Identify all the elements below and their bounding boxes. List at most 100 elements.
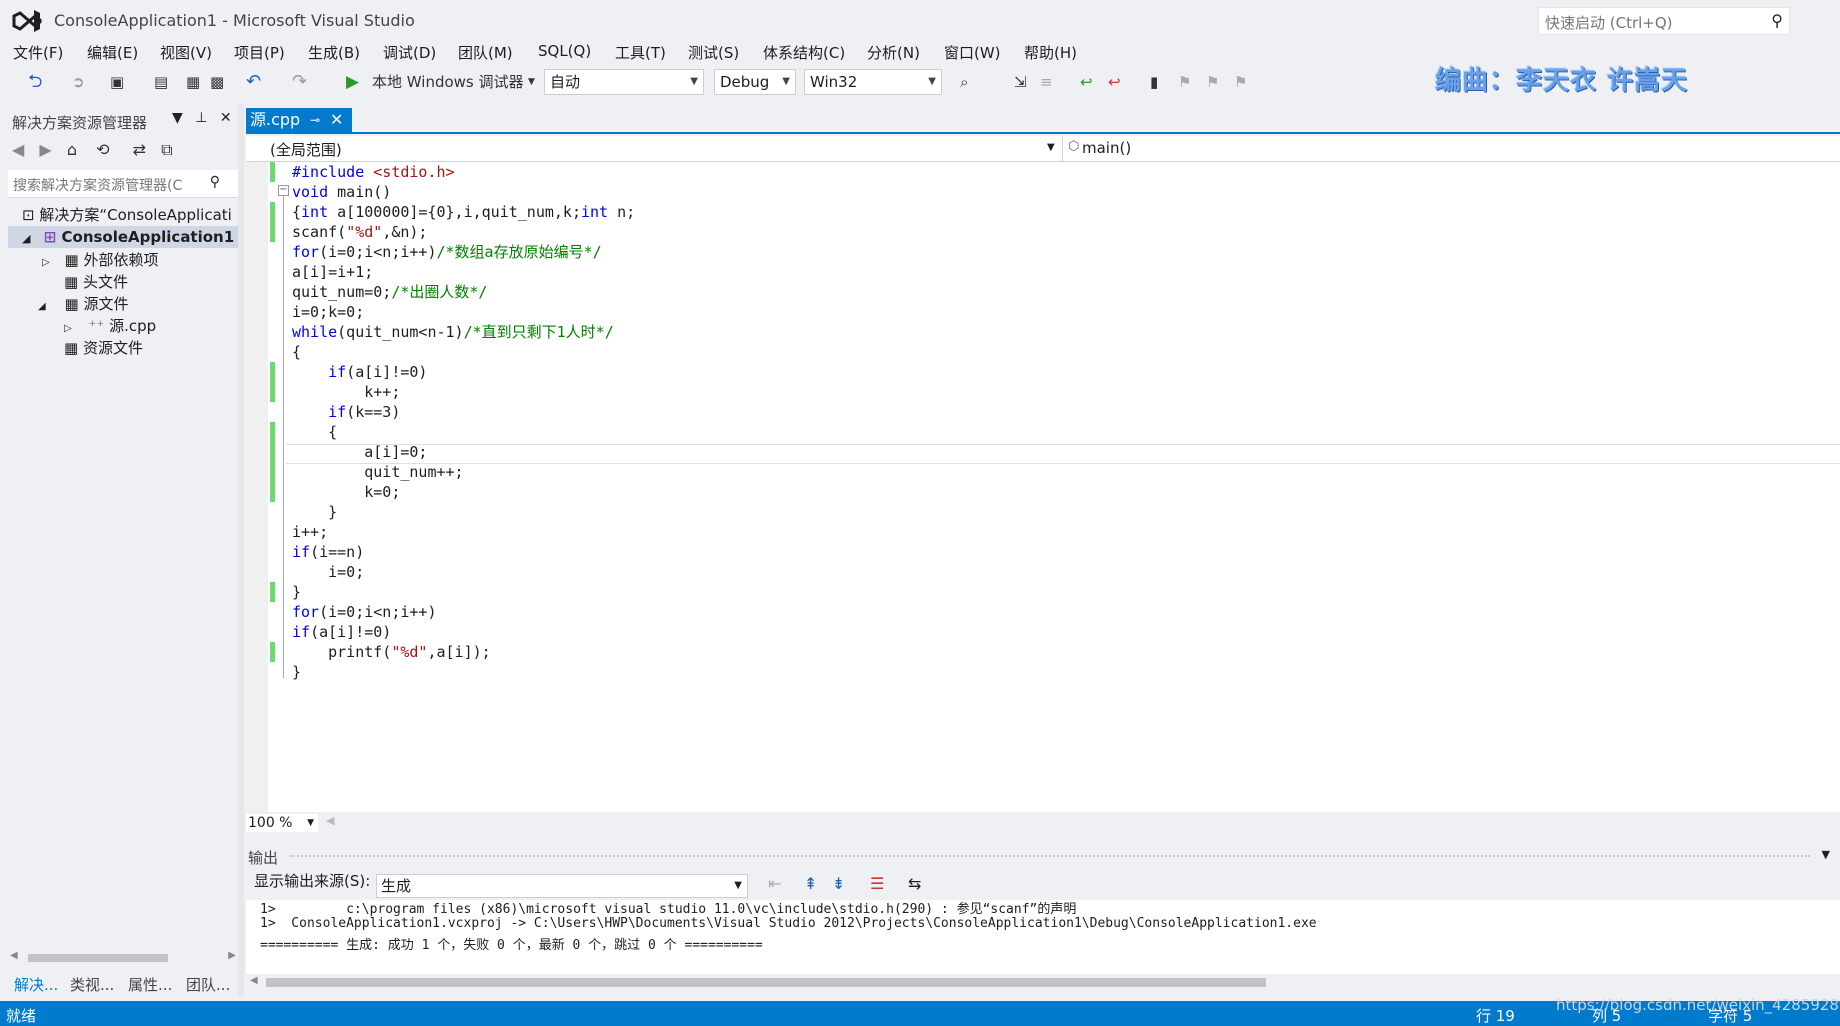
menu-team[interactable]: 团队(M) (458, 42, 513, 63)
code-line: for(i=0;i<n;i++)/*数组a存放原始编号*/ (292, 243, 602, 261)
tab-properties[interactable]: 属性... (128, 974, 172, 995)
menu-help[interactable]: 帮助(H) (1024, 42, 1077, 63)
function-select[interactable]: main() (1082, 139, 1131, 157)
menu-debug[interactable]: 调试(D) (383, 42, 436, 63)
menu-build[interactable]: 生成(B) (308, 42, 360, 63)
back-icon[interactable]: ⮌ (28, 70, 42, 94)
word-wrap-icon[interactable]: ⇆ (908, 874, 921, 893)
pin-icon[interactable]: ⊥ (195, 110, 207, 126)
tree-node-sources[interactable]: ◢ ▦ 源文件 (38, 293, 128, 315)
change-marker (270, 162, 275, 182)
horizontal-scrollbar[interactable]: ◀ ▶ (8, 950, 238, 964)
output-horizontal-scrollbar[interactable]: ◀ (246, 974, 1840, 990)
forward-icon[interactable]: ➲ (72, 70, 85, 94)
tree-node-source-cpp[interactable]: ▷ ⁺⁺ 源.cpp (64, 315, 156, 337)
start-debugging-icon[interactable]: ▶ (346, 70, 359, 94)
home-icon[interactable]: ⌂ (67, 140, 77, 159)
expand-arrow-icon[interactable]: ◢ (22, 232, 30, 245)
next-message-icon[interactable]: ⇟ (832, 874, 845, 893)
save-icon[interactable]: ▦ (186, 70, 200, 94)
menu-architecture[interactable]: 体系结构(C) (763, 42, 845, 63)
close-icon[interactable]: ✕ (330, 108, 343, 132)
find-icon[interactable]: ⌕ (960, 70, 968, 94)
comment-icon[interactable]: ≡ (1040, 70, 1053, 94)
menu-view[interactable]: 视图(V) (160, 42, 212, 63)
solution-search-placeholder: 搜索解决方案资源管理器(C (13, 178, 183, 194)
expand-arrow-icon[interactable]: ◢ (38, 301, 46, 312)
scroll-right-icon[interactable]: ▶ (228, 950, 236, 961)
tab-source-cpp[interactable]: 源.cpp ⊸ ✕ (246, 108, 352, 132)
zoom-value: 100 % (248, 815, 293, 831)
output-source-select[interactable]: 生成 ▼ (376, 874, 748, 898)
panel-menu-icon[interactable]: ▼ (1822, 848, 1830, 861)
clear-all-icon[interactable]: ☰ (870, 874, 884, 893)
scroll-left-icon[interactable]: ◀ (326, 814, 334, 827)
panel-menu-icon[interactable]: ▼ (172, 110, 183, 126)
prev-message-icon[interactable]: ⇞ (804, 874, 817, 893)
solution-mode-select[interactable]: 自动 ▼ (544, 69, 704, 95)
tree-node-solution[interactable]: ⊡ 解决方案“ConsoleApplicati (22, 204, 238, 226)
tab-team-explorer[interactable]: 团队... (186, 974, 230, 995)
scroll-thumb[interactable] (266, 978, 1266, 987)
tree-node-resources[interactable]: ▦ 资源文件 (64, 337, 143, 359)
menu-test[interactable]: 测试(S) (688, 42, 739, 63)
scope-select[interactable]: (全局范围) (270, 139, 342, 160)
undo-icon[interactable]: ↶ (246, 70, 261, 94)
scroll-left-icon[interactable]: ◀ (10, 950, 18, 961)
remove-icon[interactable]: ↩ (1108, 70, 1121, 94)
tree-node-external-deps[interactable]: ▷ ▦ 外部依赖项 (42, 249, 158, 271)
tab-solution-explorer[interactable]: 解决... (14, 974, 58, 995)
collapse-icon[interactable]: ⧉ (161, 140, 172, 159)
close-icon[interactable]: ✕ (220, 110, 232, 126)
search-icon[interactable]: ⚲ (210, 174, 220, 190)
refresh-icon[interactable]: ⇄ (133, 140, 146, 159)
sync-icon[interactable]: ⟲ (96, 140, 109, 159)
pin-icon[interactable]: ⊸ (310, 108, 320, 132)
tab-class-view[interactable]: 类视... (70, 974, 114, 995)
tree-node-project[interactable]: ◢ ⊞ ConsoleApplication1 (8, 226, 238, 248)
tree-node-headers[interactable]: ▦ 头文件 (64, 271, 128, 293)
open-file-icon[interactable]: ▤ (154, 70, 168, 94)
solution-search-input[interactable]: 搜索解决方案资源管理器(C ⚲ (8, 170, 238, 198)
step-icon[interactable]: ⇲ (1014, 70, 1027, 94)
menu-file[interactable]: 文件(F) (13, 42, 63, 63)
search-icon[interactable]: ⚲ (1771, 11, 1783, 30)
menu-window[interactable]: 窗口(W) (944, 42, 1001, 63)
chevron-down-icon[interactable]: ▼ (1047, 142, 1055, 153)
menu-sql[interactable]: SQL(Q) (538, 42, 591, 60)
solution-explorer-panel: 解决方案资源管理器 ▼ ⊥ ✕ ◀ ▶ ⌂ ⟲ ⇄ ⧉ 搜索解决方案资源管理器(… (0, 104, 240, 997)
quick-launch-input[interactable]: 快速启动 (Ctrl+Q) ⚲ (1538, 7, 1790, 35)
clear-bookmarks-icon[interactable]: ⚑ (1234, 70, 1247, 94)
panel-splitter[interactable] (238, 104, 244, 997)
menu-analyze[interactable]: 分析(N) (867, 42, 920, 63)
change-marker (270, 422, 275, 502)
menu-edit[interactable]: 编辑(E) (87, 42, 138, 63)
redo-icon[interactable]: ↷ (292, 70, 307, 94)
code-editor[interactable]: − #include <stdio.h> void main() {int a[… (246, 162, 1840, 812)
menu-project[interactable]: 项目(P) (234, 42, 285, 63)
tree-node-label: 资源文件 (82, 339, 143, 357)
bookmark-icon[interactable]: ▮ (1150, 70, 1158, 94)
goto-icon[interactable]: ⇤ (768, 874, 781, 893)
new-project-icon[interactable]: ▣ (110, 70, 124, 94)
collapse-region-icon[interactable]: − (278, 185, 289, 196)
output-text-area[interactable]: 1> c:\program files (x86)\microsoft visu… (246, 900, 1840, 974)
next-bookmark-icon[interactable]: ⚑ (1206, 70, 1219, 94)
scroll-left-icon[interactable]: ◀ (250, 975, 258, 986)
configuration-select[interactable]: Debug ▼ (714, 69, 796, 95)
platform-select[interactable]: Win32 ▼ (804, 69, 942, 95)
back-icon[interactable]: ◀ (12, 140, 24, 159)
collapsed-arrow-icon[interactable]: ▷ (42, 257, 50, 268)
scroll-thumb[interactable] (28, 954, 168, 962)
change-marker (270, 362, 275, 402)
redo-arrow-icon[interactable]: ↩ (1080, 70, 1093, 94)
zoom-select[interactable]: 100 % ▼ (246, 814, 318, 832)
prev-bookmark-icon[interactable]: ⚑ (1178, 70, 1191, 94)
code-line: i=0;k=0; (292, 303, 365, 321)
save-all-icon[interactable]: ▩ (210, 70, 224, 94)
menu-tools[interactable]: 工具(T) (615, 42, 666, 63)
chevron-down-icon[interactable]: ▼ (528, 70, 535, 94)
collapsed-arrow-icon[interactable]: ▷ (64, 323, 72, 334)
debugger-label[interactable]: 本地 Windows 调试器 (372, 70, 524, 94)
forward-icon[interactable]: ▶ (39, 140, 51, 159)
